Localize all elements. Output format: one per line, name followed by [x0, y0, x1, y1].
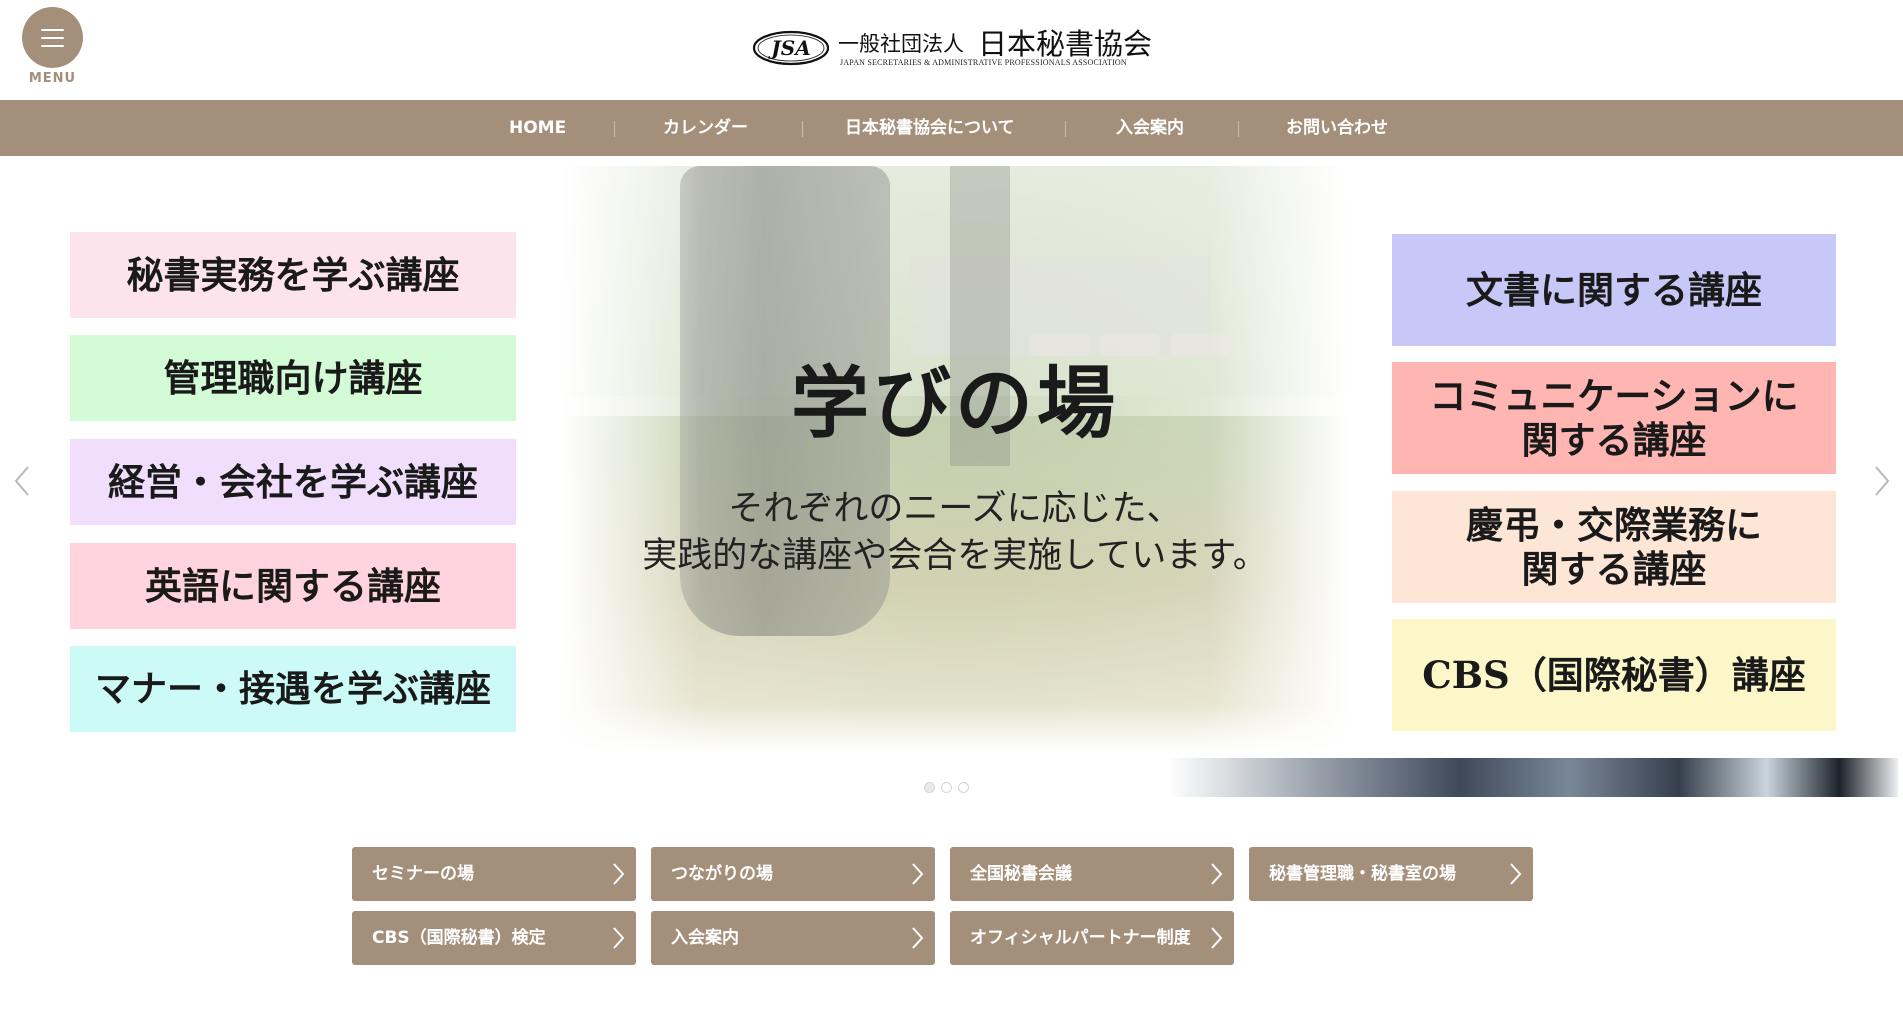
- nav-item-contact[interactable]: お問い合わせ: [1286, 100, 1388, 156]
- course-ceremonial[interactable]: 慶弔・交際業務に 関する講座: [1392, 491, 1836, 603]
- chevron-right-icon: [613, 863, 625, 885]
- official-partner-button[interactable]: オフィシャルパートナー制度: [950, 911, 1234, 965]
- national-conference-button[interactable]: 全国秘書会議: [950, 847, 1234, 901]
- nav-divider: [1238, 121, 1239, 137]
- button-label: オフィシャルパートナー制度: [970, 928, 1191, 948]
- networking-button[interactable]: つながりの場: [651, 847, 935, 901]
- nav-item-about[interactable]: 日本秘書協会について: [845, 100, 1015, 156]
- hero-fade: [560, 704, 1350, 754]
- chevron-right-icon: [1211, 863, 1223, 885]
- course-label-line2: 関する講座: [1521, 418, 1707, 462]
- course-label: 秘書実務を学ぶ講座: [126, 253, 460, 297]
- hamburger-icon: [41, 29, 64, 31]
- button-label: CBS（国際秘書）検定: [372, 928, 546, 948]
- course-label: 文書に関する講座: [1466, 268, 1762, 312]
- slider-dot[interactable]: [924, 782, 935, 793]
- chevron-right-icon: [1211, 927, 1223, 949]
- logo-emblem-text: JSA: [767, 36, 810, 60]
- slider-prev-arrow-icon[interactable]: [8, 461, 38, 501]
- button-label: セミナーの場: [372, 864, 474, 884]
- hero-title: 学びの場: [790, 358, 1119, 449]
- chevron-right-icon: [1510, 863, 1522, 885]
- slider-next-arrow-icon[interactable]: [1866, 461, 1896, 501]
- main-nav: HOME カレンダー 日本秘書協会について 入会案内 お問い合わせ: [0, 100, 1903, 156]
- button-label: 入会案内: [671, 928, 739, 948]
- slider-dot[interactable]: [941, 782, 952, 793]
- chevron-right-icon: [912, 863, 924, 885]
- course-communication[interactable]: コミュニケーションに 関する講座: [1392, 362, 1836, 474]
- button-label: 全国秘書会議: [970, 864, 1072, 884]
- hero-subtitle: それぞれのニーズに応じた、 実践的な講座や会合を実施しています。: [560, 486, 1350, 580]
- chevron-right-icon: [613, 927, 625, 949]
- course-management[interactable]: 管理職向け講座: [70, 335, 516, 421]
- chevron-right-icon: [912, 927, 924, 949]
- course-business-management[interactable]: 経営・会社を学ぶ講座: [70, 439, 516, 525]
- site-logo[interactable]: JSA 一般社団法人 日本秘書協会 JAPAN SECRETARIES & AD…: [752, 20, 1152, 72]
- jsa-emblem-icon: JSA: [752, 30, 830, 66]
- site-header: MENU JSA 一般社団法人 日本秘書協会 JAPAN SECRETARIES…: [0, 0, 1903, 100]
- course-label: 管理職向け講座: [163, 356, 423, 400]
- course-manners[interactable]: マナー・接遇を学ぶ講座: [70, 646, 516, 732]
- logo-prefix: 一般社団法人: [838, 32, 964, 56]
- logo-subtitle: JAPAN SECRETARIES & ADMINISTRATIVE PROFE…: [840, 58, 1127, 67]
- hero-fade: [560, 166, 700, 754]
- button-label: つながりの場: [671, 864, 773, 884]
- membership-button[interactable]: 入会案内: [651, 911, 935, 965]
- slider-dot[interactable]: [958, 782, 969, 793]
- hero-fade: [1210, 166, 1350, 754]
- nav-divider: [614, 121, 615, 137]
- course-secretarial-practice[interactable]: 秘書実務を学ぶ講座: [70, 232, 516, 318]
- menu-label: MENU: [28, 71, 77, 86]
- secretary-managers-button[interactable]: 秘書管理職・秘書室の場: [1249, 847, 1533, 901]
- course-label: 英語に関する講座: [145, 564, 441, 608]
- hero-background-image: [560, 166, 1350, 754]
- logo-name: 日本秘書協会: [978, 27, 1153, 61]
- course-cbs[interactable]: CBS（国際秘書）講座: [1392, 619, 1836, 731]
- course-label: CBS（国際秘書）講座: [1422, 653, 1806, 697]
- course-label: 経営・会社を学ぶ講座: [108, 460, 478, 504]
- next-slide-preview: [1168, 758, 1898, 797]
- course-english[interactable]: 英語に関する講座: [70, 543, 516, 629]
- nav-item-home[interactable]: HOME: [509, 100, 566, 156]
- hero-subtitle-line1: それぞれのニーズに応じた、: [728, 489, 1182, 529]
- nav-divider: [1065, 121, 1066, 137]
- seminar-button[interactable]: セミナーの場: [352, 847, 636, 901]
- course-documents[interactable]: 文書に関する講座: [1392, 234, 1836, 346]
- course-label-line1: 慶弔・交際業務に: [1466, 503, 1762, 547]
- nav-divider: [802, 121, 803, 137]
- hamburger-icon-bar: [41, 37, 64, 39]
- course-label-line1: コミュニケーションに: [1429, 374, 1799, 418]
- hero-slider: 学びの場 それぞれのニーズに応じた、 実践的な講座や会合を実施しています。 秘書…: [0, 156, 1903, 797]
- nav-item-calendar[interactable]: カレンダー: [663, 100, 748, 156]
- button-label: 秘書管理職・秘書室の場: [1269, 864, 1456, 884]
- nav-item-membership[interactable]: 入会案内: [1116, 100, 1184, 156]
- hero-subtitle-line2: 実践的な講座や会合を実施しています。: [642, 536, 1268, 576]
- course-label: マナー・接遇を学ぶ講座: [94, 668, 491, 710]
- course-label-line2: 関する講座: [1521, 547, 1707, 591]
- menu-button[interactable]: [22, 7, 83, 68]
- cbs-exam-button[interactable]: CBS（国際秘書）検定: [352, 911, 636, 965]
- hamburger-icon-bar: [41, 45, 64, 47]
